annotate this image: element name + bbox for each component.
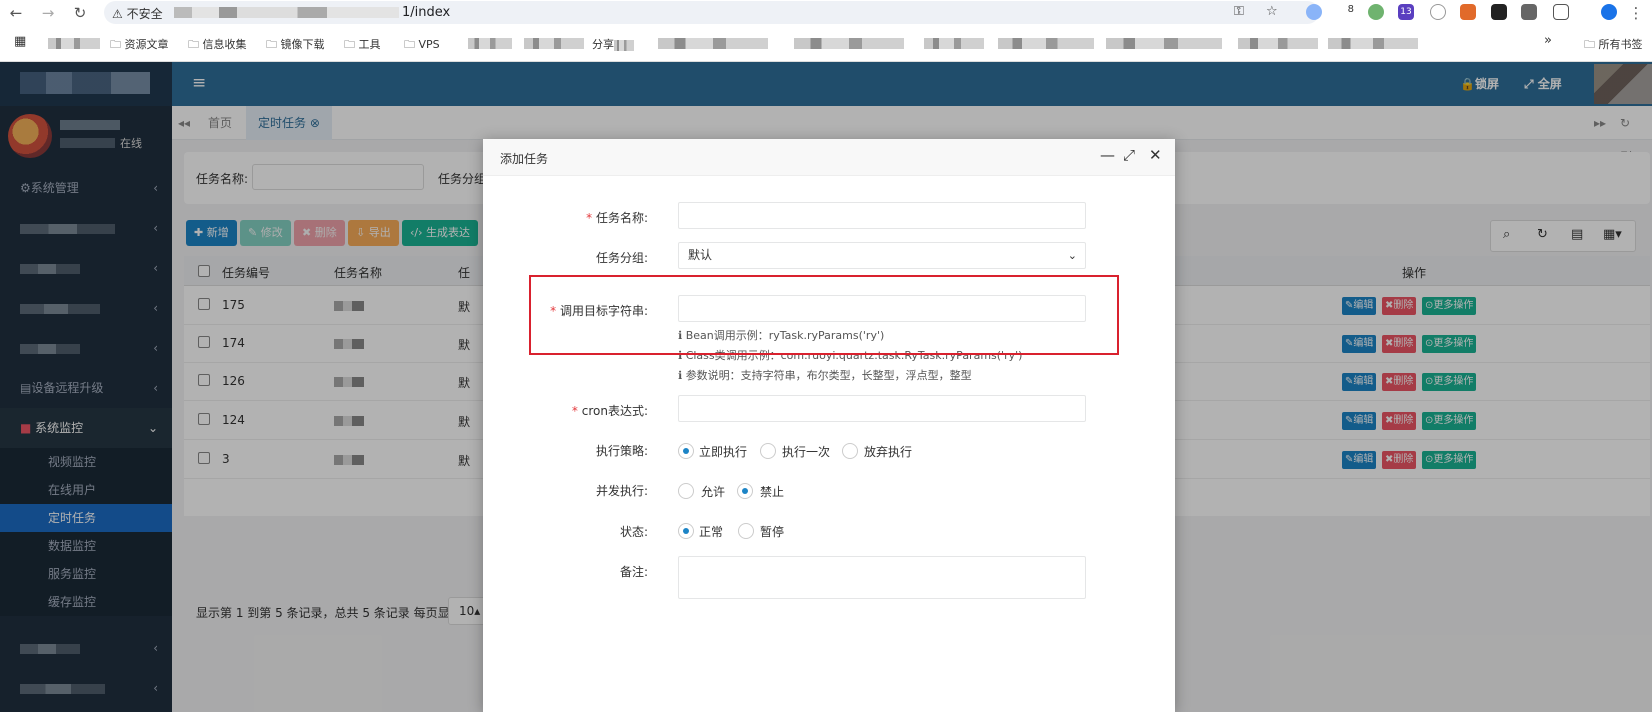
misfire-label-once: 执行一次 [782, 445, 831, 459]
maximize-icon[interactable]: ⤢ [1123, 146, 1135, 164]
misfire-policy-label: 执行策略: [595, 444, 648, 458]
add-task-dialog: 添加任务 — ⤢ ✕ * 任务名称: 任务分组: 默认 ⌄ * 调用目标字符串: … [483, 139, 1175, 712]
bookmark-4[interactable]: 🗀 镜像下载 [266, 36, 325, 55]
password-key-icon[interactable]: ⚿ [1234, 4, 1244, 19]
bookmark-9-label: 分享 [592, 38, 614, 51]
forward-arrow-icon[interactable]: → [38, 3, 58, 23]
highlight-annotation-box [529, 275, 1119, 355]
bookmark-6[interactable]: 🗀 VPS [404, 36, 440, 55]
bookmarks-bar: ▦ 🗀 资源文章 🗀 信息收集 🗀 镜像下载 🗀 工具 🗀 VPS 分享 » 🗀… [0, 31, 1652, 57]
blurred-url [174, 7, 399, 18]
bookmark-3-label: 信息收集 [202, 38, 247, 51]
bookmark-4-label: 镜像下载 [280, 38, 325, 51]
bookmark-2[interactable]: 🗀 资源文章 [110, 36, 169, 55]
bookmark-10[interactable] [658, 36, 768, 49]
status-radio-normal[interactable] [678, 523, 694, 539]
task-group-value: 默认 [688, 248, 713, 262]
status-label-pause: 暂停 [760, 525, 785, 539]
chevron-down-icon: ⌄ [1067, 249, 1077, 262]
bookmark-12[interactable] [924, 36, 984, 49]
hint-params: ℹ 参数说明：支持字符串，布尔类型，长整型，浮点型，整型 [678, 367, 972, 383]
apps-grid-icon[interactable]: ▦ [14, 34, 26, 49]
dialog-header: 添加任务 — ⤢ ✕ [483, 139, 1175, 176]
task-name-label-text: 任务名称: [595, 211, 648, 225]
status-radio-pause[interactable] [738, 523, 754, 539]
concurrent-radio-forbid[interactable] [737, 483, 753, 499]
task-group-select[interactable]: 默认 ⌄ [678, 242, 1086, 269]
bookmark-13[interactable] [998, 36, 1094, 49]
bookmark-3[interactable]: 🗀 信息收集 [188, 36, 247, 55]
bookmark-2-label: 资源文章 [124, 38, 169, 51]
all-bookmarks-label: 所有书签 [1598, 38, 1643, 51]
task-group-label: 任务分组: [595, 251, 648, 265]
concurrent-radio-allow[interactable] [678, 483, 694, 499]
remark-label: 备注: [619, 565, 648, 579]
misfire-label-immediate: 立即执行 [699, 445, 748, 459]
misfire-label-abandon: 放弃执行 [864, 445, 913, 459]
concurrent-label-allow: 允许 [701, 485, 726, 499]
misfire-radio-immediate[interactable] [678, 443, 694, 459]
reload-icon[interactable]: ↻ [70, 3, 90, 23]
minimize-icon[interactable]: — [1100, 146, 1115, 164]
bookmark-5[interactable]: 🗀 工具 [344, 36, 381, 55]
task-name-label: * 任务名称: [586, 211, 648, 225]
extension-badge-icon[interactable]: 8 [1338, 4, 1354, 20]
bookmark-11[interactable] [794, 36, 904, 49]
cron-input[interactable] [678, 395, 1086, 422]
close-icon[interactable]: ✕ [1149, 146, 1162, 164]
bookmark-16[interactable] [1328, 36, 1418, 49]
extension-circle-icon[interactable] [1306, 4, 1322, 20]
extension-shield-icon[interactable] [1521, 4, 1537, 20]
cron-label: * cron表达式: [571, 404, 648, 418]
remark-textarea[interactable] [678, 556, 1086, 599]
concurrent-label: 并发执行: [595, 484, 648, 498]
bookmarks-overflow-icon[interactable]: » [1544, 33, 1552, 48]
concurrent-label-forbid: 禁止 [760, 485, 785, 499]
bookmark-7[interactable] [468, 36, 512, 49]
bookmark-5-label: 工具 [358, 38, 381, 51]
address-row: ← → ↻ ⚠ 不安全 1/index ⚿ ☆ 8 13 ⋮ [0, 0, 1652, 26]
insecure-label: 不安全 [126, 7, 163, 21]
info-icon: ℹ [678, 369, 683, 382]
task-name-input[interactable] [678, 202, 1086, 229]
cron-label-text: cron表达式: [581, 404, 648, 418]
bookmark-15[interactable] [1238, 36, 1318, 49]
url-suffix: 1/index [402, 5, 451, 20]
extensions-puzzle-icon[interactable] [1553, 4, 1569, 20]
back-arrow-icon[interactable]: ← [6, 3, 26, 23]
extension-purple-icon[interactable]: 13 [1398, 4, 1414, 20]
extension-plant-icon[interactable] [1368, 4, 1384, 20]
bookmark-14[interactable] [1106, 36, 1222, 49]
profile-avatar-icon[interactable] [1601, 4, 1617, 20]
extension-purple-count: 13 [1400, 7, 1412, 17]
bookmark-star-icon[interactable]: ☆ [1266, 4, 1278, 19]
insecure-warning-icon[interactable]: ⚠ 不安全 [112, 5, 163, 22]
all-bookmarks[interactable]: 🗀 所有书签 [1584, 36, 1643, 55]
extension-badge-count: 8 [1347, 4, 1354, 15]
status-label: 状态: [619, 525, 648, 539]
extension-orange-icon[interactable] [1460, 4, 1476, 20]
bookmark-8[interactable] [524, 36, 584, 49]
bookmark-1[interactable] [48, 36, 100, 49]
extension-link-icon[interactable] [1430, 4, 1446, 20]
dialog-title: 添加任务 [500, 152, 549, 166]
bookmark-6-label: VPS [418, 38, 440, 51]
misfire-radio-once[interactable] [760, 443, 776, 459]
status-label-normal: 正常 [699, 525, 724, 539]
browser-menu-icon[interactable]: ⋮ [1626, 3, 1646, 23]
misfire-radio-abandon[interactable] [842, 443, 858, 459]
hint-params-text: 参数说明：支持字符串，布尔类型，长整型，浮点型，整型 [685, 369, 972, 382]
browser-chrome: ← → ↻ ⚠ 不安全 1/index ⚿ ☆ 8 13 ⋮ ▦ 🗀 资源文章 … [0, 0, 1652, 62]
bookmark-9[interactable]: 分享 [592, 36, 634, 52]
extension-black-icon[interactable] [1491, 4, 1507, 20]
address-bar[interactable]: ⚠ 不安全 1/index ⚿ ☆ [104, 1, 1319, 24]
